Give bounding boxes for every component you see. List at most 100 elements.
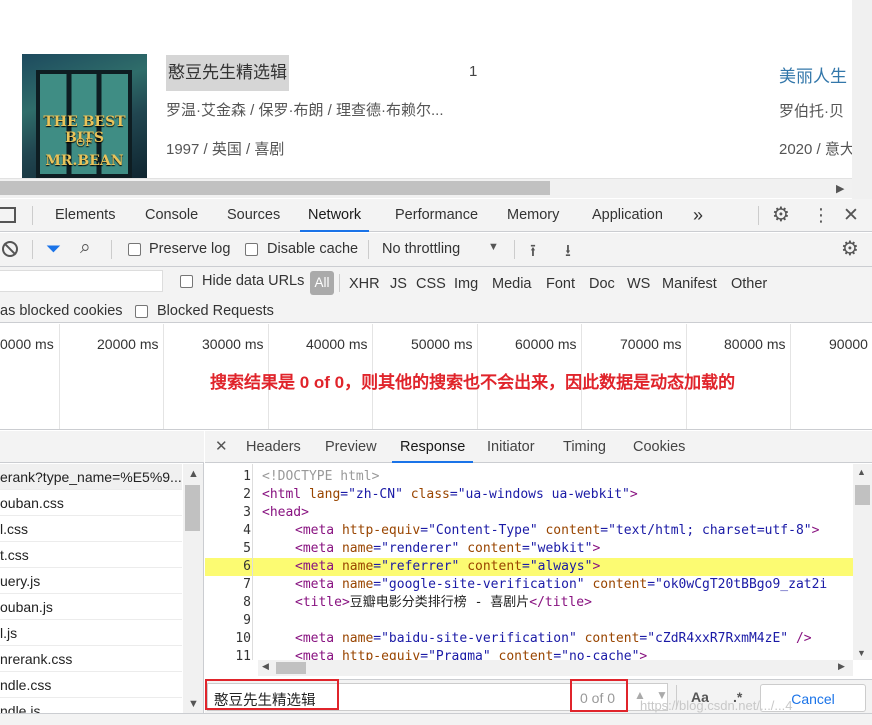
tab-application[interactable]: Application <box>592 199 663 232</box>
filter-type-js[interactable]: JS <box>390 276 407 292</box>
tab-sources[interactable]: Sources <box>227 199 280 232</box>
code-token: ="google-site-verification" <box>373 577 593 592</box>
code-token: </title> <box>529 595 592 610</box>
throttling-dropdown-icon[interactable]: ▼ <box>488 241 499 253</box>
request-row[interactable]: erank?type_name=%E5%9... <box>0 464 182 490</box>
tab-elements[interactable]: Elements <box>55 199 115 232</box>
tab-headers[interactable]: Headers <box>246 431 301 463</box>
code-token: content <box>498 649 554 660</box>
movie-title-link[interactable]: 憨豆先生精选辑 <box>166 55 289 91</box>
request-row[interactable]: ndle.css <box>0 672 182 698</box>
code-token: class <box>410 487 450 502</box>
blocked-requests-checkbox[interactable] <box>135 305 148 318</box>
line-number: 4 <box>243 523 251 538</box>
code-scroll-left-arrow-icon[interactable]: ◀ <box>262 661 269 672</box>
line-number: 2 <box>243 487 251 502</box>
annotation-text: 搜索结果是 0 of 0，则其他的搜索也不会出来，因此数据是动态加载的 <box>210 373 736 392</box>
kebab-menu-icon[interactable]: ⋮ <box>812 199 830 232</box>
code-token: ="baidu-site-verification" <box>373 631 585 646</box>
throttling-select[interactable]: No throttling <box>382 241 460 257</box>
tab-cookies[interactable]: Cookies <box>633 431 685 463</box>
filter-type-all[interactable]: All <box>310 271 334 295</box>
movie2-meta: 2020 / 意大 <box>779 141 855 158</box>
scroll-up-arrow-icon[interactable]: ▲ <box>188 468 199 480</box>
tab-memory[interactable]: Memory <box>507 199 559 232</box>
code-token: name <box>341 577 374 592</box>
code-token: > <box>592 559 601 574</box>
close-detail-icon[interactable]: ✕ <box>215 431 228 463</box>
page-horizontal-scroll-thumb[interactable] <box>0 181 550 195</box>
page-vertical-scrollbar[interactable] <box>852 0 872 200</box>
network-settings-gear-icon[interactable]: ⚙ <box>841 236 859 261</box>
tab-timing[interactable]: Timing <box>563 431 606 463</box>
code-scroll-up-arrow-icon[interactable]: ▲ <box>857 467 866 477</box>
code-token: name <box>341 541 374 556</box>
code-token: ="ok0wCgT20tBBgo9_zat2i <box>647 577 828 592</box>
code-token: content <box>467 541 522 556</box>
request-row[interactable]: l.js <box>0 620 182 646</box>
request-list-scroll-thumb[interactable] <box>185 485 200 531</box>
movie2-title-link[interactable]: 美丽人生 <box>779 62 847 87</box>
preserve-log-checkbox[interactable] <box>128 243 141 256</box>
tab-network[interactable]: Network <box>300 199 370 232</box>
filter-type-media[interactable]: Media <box>492 276 532 292</box>
timeline-label: 0000 ms <box>0 336 54 352</box>
request-row[interactable]: ouban.js <box>0 594 182 620</box>
tab-response[interactable]: Response <box>392 431 474 463</box>
filter-type-css[interactable]: CSS <box>416 276 446 292</box>
tab-performance[interactable]: Performance <box>395 199 478 232</box>
filter-type-font[interactable]: Font <box>546 276 575 292</box>
search-icon[interactable]: ⌕ <box>80 237 91 259</box>
movie-poster[interactable]: THE BEST BITS OF MR.BEAN <box>22 54 147 178</box>
filter-type-manifest[interactable]: Manifest <box>662 276 717 292</box>
code-token: <meta <box>295 649 342 660</box>
timeline-label: 70000 ms <box>620 336 682 352</box>
filter-type-doc[interactable]: Doc <box>589 276 615 292</box>
import-har-icon[interactable]: ⭱ <box>530 238 536 267</box>
code-line-highlighted: 6 <meta name="referrer" content="always"> <box>205 558 853 576</box>
filter-type-xhr[interactable]: XHR <box>349 276 380 292</box>
tab-initiator[interactable]: Initiator <box>487 431 535 463</box>
timeline-label: 20000 ms <box>97 336 159 352</box>
close-devtools-icon[interactable]: ✕ <box>843 199 859 232</box>
timeline-label: 40000 ms <box>306 336 368 352</box>
device-toolbar-icon[interactable] <box>0 207 16 223</box>
request-row[interactable]: t.css <box>0 542 182 568</box>
more-tabs-icon[interactable]: » <box>693 199 703 232</box>
export-har-icon[interactable]: ⭳ <box>565 238 571 267</box>
code-token: <title> <box>295 595 350 610</box>
code-token: <meta <box>295 577 342 592</box>
hide-data-urls-checkbox[interactable] <box>180 275 193 288</box>
code-token: <meta <box>295 631 342 646</box>
filter-type-ws[interactable]: WS <box>627 276 650 292</box>
request-row[interactable]: l.css <box>0 516 182 542</box>
filter-input[interactable] <box>0 270 163 292</box>
code-horizontal-scrollbar[interactable] <box>258 660 853 676</box>
disable-cache-label: Disable cache <box>267 241 359 257</box>
request-row[interactable]: uery.js <box>0 568 182 594</box>
code-vertical-scroll-thumb[interactable] <box>855 485 870 505</box>
poster-line-2: OF <box>76 136 93 149</box>
code-scroll-right-arrow-icon[interactable]: ▶ <box>838 661 845 672</box>
request-row[interactable]: ouban.css <box>0 490 182 516</box>
scroll-down-arrow-icon[interactable]: ▼ <box>188 698 199 710</box>
filter-type-img[interactable]: Img <box>454 276 478 292</box>
tab-console[interactable]: Console <box>145 199 198 232</box>
filter-type-other[interactable]: Other <box>731 276 767 292</box>
settings-gear-icon[interactable]: ⚙ <box>772 199 790 232</box>
code-line: 7 <meta name="google-site-verification" c… <box>205 576 853 594</box>
devtools-tab-bar: Elements Console Sources Network Perform… <box>0 199 872 232</box>
request-row[interactable]: nrerank.css <box>0 646 182 672</box>
code-horizontal-scroll-thumb[interactable] <box>276 662 306 674</box>
scroll-right-arrow-icon[interactable]: ▶ <box>836 182 844 195</box>
code-token: <html <box>262 487 309 502</box>
clear-icon[interactable] <box>2 241 18 257</box>
response-source-viewer[interactable]: 1 <!DOCTYPE html> 2 <html lang="zh-CN" cla… <box>205 464 853 660</box>
line-number: 10 <box>235 631 251 646</box>
tab-preview[interactable]: Preview <box>325 431 377 463</box>
movie-meta: 1997 / 英国 / 喜剧 <box>166 141 285 158</box>
code-scroll-down-arrow-icon[interactable]: ▼ <box>857 648 866 658</box>
disable-cache-checkbox[interactable] <box>245 243 258 256</box>
filter-funnel-icon[interactable]: ⏷ <box>46 239 61 261</box>
code-token: content <box>467 559 522 574</box>
